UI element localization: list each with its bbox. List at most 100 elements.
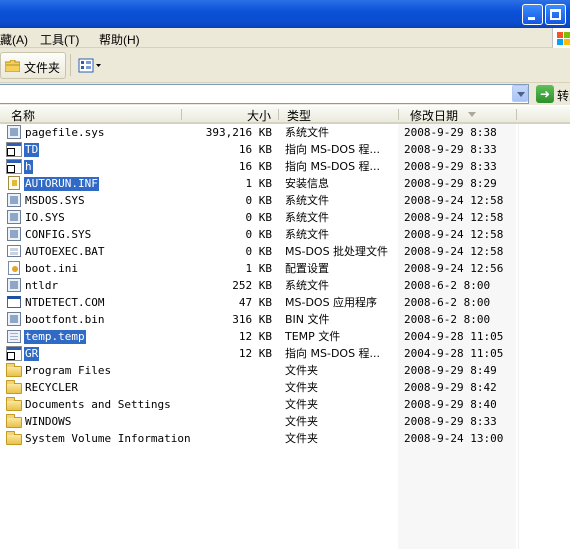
toolbar-divider	[70, 54, 71, 76]
shortcut-icon	[6, 159, 22, 174]
file-type: 文件夹	[285, 432, 318, 445]
file-name: System Volume Information	[25, 432, 191, 445]
file-type: 系统文件	[285, 194, 329, 207]
file-row[interactable]: h 16 KB 指向 MS-DOS 程... 2008-9-29 8:33	[0, 158, 570, 175]
file-modified: 2008-9-29 8:38	[404, 126, 497, 139]
batch-file-icon	[6, 244, 22, 259]
file-row[interactable]: ntldr 252 KB 系统文件 2008-6-2 8:00	[0, 277, 570, 294]
file-type: 配置设置	[285, 262, 329, 275]
setup-info-icon	[6, 176, 22, 191]
go-arrow-icon: ➜	[540, 87, 551, 101]
folders-button[interactable]: 文件夹	[0, 52, 66, 79]
file-row[interactable]: RECYCLER 文件夹 2008-9-29 8:42	[0, 379, 570, 396]
menu-favorites[interactable]: 藏(A)	[0, 31, 28, 48]
maximize-button[interactable]	[545, 4, 566, 25]
file-modified: 2004-9-28 11:05	[404, 330, 504, 343]
column-header-name[interactable]: 名称	[11, 106, 35, 123]
file-type: 文件夹	[285, 415, 318, 428]
system-file-icon	[6, 125, 22, 140]
file-row[interactable]: IO.SYS 0 KB 系统文件 2008-9-24 12:58	[0, 209, 570, 226]
file-name: CONFIG.SYS	[25, 228, 92, 241]
file-modified: 2008-9-24 12:58	[404, 228, 504, 241]
go-label[interactable]: 转到	[557, 87, 570, 104]
file-row[interactable]: System Volume Information 文件夹 2008-9-24 13…	[0, 430, 570, 447]
file-size: 1 KB	[245, 177, 273, 190]
column-header-type[interactable]: 类型	[287, 106, 311, 123]
folder-icon	[6, 397, 22, 412]
file-type: 文件夹	[285, 381, 318, 394]
menu-help[interactable]: 帮助(H)	[99, 31, 140, 48]
file-modified: 2008-9-29 8:49	[404, 364, 497, 377]
file-row[interactable]: temp.temp 12 KB TEMP 文件 2004-9-28 11:05	[0, 328, 570, 345]
file-type: TEMP 文件	[285, 330, 341, 343]
folders-label: 文件夹	[24, 61, 61, 75]
file-list: pagefile.sys 393,216 KB 系统文件 2008-9-29 8:38…	[0, 124, 570, 549]
file-type: 文件夹	[285, 364, 318, 377]
system-file-icon	[6, 193, 22, 208]
file-row[interactable]: NTDETECT.COM 47 KB MS-DOS 应用程序 2008-6-2 8:0…	[0, 294, 570, 311]
file-name: GR	[24, 347, 40, 361]
file-size: 0 KB	[245, 211, 273, 224]
file-modified: 2008-9-29 8:33	[404, 160, 497, 173]
file-type: 系统文件	[285, 126, 329, 139]
folder-icon	[6, 414, 22, 429]
application-icon	[6, 295, 22, 310]
menu-tools[interactable]: 工具(T)	[40, 31, 79, 48]
file-size: 47 KB	[238, 296, 272, 309]
file-name: Documents and Settings	[25, 398, 171, 411]
file-modified: 2008-9-29 8:33	[404, 143, 497, 156]
file-name: TD	[24, 143, 40, 157]
file-type: MS-DOS 应用程序	[285, 296, 378, 309]
file-modified: 2008-9-29 8:33	[404, 415, 497, 428]
column-resize-handle[interactable]	[398, 109, 399, 120]
file-type: 指向 MS-DOS 程...	[285, 347, 381, 360]
file-name: NTDETECT.COM	[25, 296, 105, 309]
file-type: 系统文件	[285, 228, 329, 241]
file-type: 安装信息	[285, 177, 329, 190]
file-size: 316 KB	[232, 313, 272, 326]
file-type: 指向 MS-DOS 程...	[285, 160, 381, 173]
file-row[interactable]: pagefile.sys 393,216 KB 系统文件 2008-9-29 8:38	[0, 124, 570, 141]
file-name: MSDOS.SYS	[25, 194, 85, 207]
folder-icon	[4, 59, 21, 73]
file-row[interactable]: Program Files 文件夹 2008-9-29 8:49	[0, 362, 570, 379]
file-size: 393,216 KB	[205, 126, 272, 139]
file-row[interactable]: Documents and Settings 文件夹 2008-9-29 8:40	[0, 396, 570, 413]
column-header-size[interactable]: 大小	[182, 106, 271, 123]
column-header-modified[interactable]: 修改日期	[410, 106, 458, 123]
file-row[interactable]: CONFIG.SYS 0 KB 系统文件 2008-9-24 12:58	[0, 226, 570, 243]
address-bar: ➜ 转到	[0, 83, 570, 105]
views-button[interactable]	[76, 56, 102, 76]
system-file-icon	[6, 312, 22, 327]
file-row[interactable]: bootfont.bin 316 KB BIN 文件 2008-6-2 8:00	[0, 311, 570, 328]
file-name: boot.ini	[25, 262, 78, 275]
system-file-icon	[6, 210, 22, 225]
go-button[interactable]: ➜	[536, 85, 554, 103]
file-row[interactable]: AUTOEXEC.BAT 0 KB MS-DOS 批处理文件 2008-9-24 12…	[0, 243, 570, 260]
sort-descending-icon	[468, 112, 476, 117]
file-size: 0 KB	[245, 194, 273, 207]
file-modified: 2008-6-2 8:00	[404, 279, 491, 292]
file-name: bootfont.bin	[25, 313, 105, 326]
file-type: 文件夹	[285, 398, 318, 411]
file-row[interactable]: MSDOS.SYS 0 KB 系统文件 2008-9-24 12:58	[0, 192, 570, 209]
file-row[interactable]: boot.ini 1 KB 配置设置 2008-9-24 12:56	[0, 260, 570, 277]
folder-icon	[6, 431, 22, 446]
file-row[interactable]: AUTORUN.INF 1 KB 安装信息 2008-9-29 8:29	[0, 175, 570, 192]
address-dropdown-button[interactable]	[512, 85, 528, 102]
file-row[interactable]: WINDOWS 文件夹 2008-9-29 8:33	[0, 413, 570, 430]
file-size: 16 KB	[238, 160, 272, 173]
file-type: 指向 MS-DOS 程...	[285, 143, 381, 156]
file-name: pagefile.sys	[25, 126, 105, 139]
address-input[interactable]	[0, 84, 529, 104]
column-resize-handle[interactable]	[516, 109, 517, 120]
file-size: 16 KB	[238, 143, 272, 156]
file-row[interactable]: TD 16 KB 指向 MS-DOS 程... 2008-9-29 8:33	[0, 141, 570, 158]
column-resize-handle[interactable]	[278, 109, 279, 120]
toolbar: 文件夹	[0, 48, 570, 83]
file-row[interactable]: GR 12 KB 指向 MS-DOS 程... 2004-9-28 11:05	[0, 345, 570, 362]
minimize-button[interactable]	[522, 4, 543, 25]
file-type: MS-DOS 批处理文件	[285, 245, 389, 258]
file-size: 0 KB	[245, 228, 273, 241]
views-icon	[78, 58, 101, 73]
